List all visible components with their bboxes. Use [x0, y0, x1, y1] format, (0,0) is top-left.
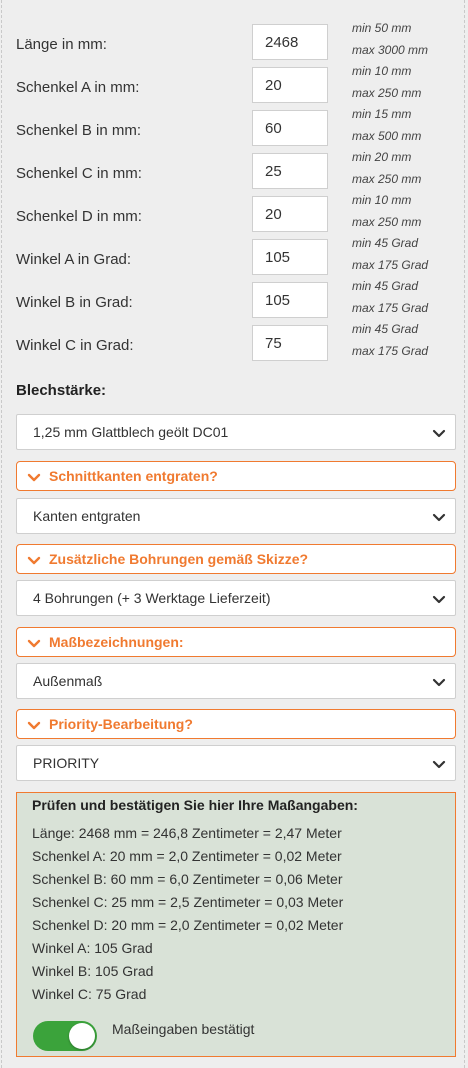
length-min: min 50 mm [352, 21, 412, 35]
leg-b-label: Schenkel B in mm: [16, 122, 142, 139]
chevron-down-icon [432, 595, 446, 604]
thickness-select[interactable]: 1,25 mm Glattblech geölt DC01 [16, 414, 456, 450]
summary-title: Prüfen und bestätigen Sie hier Ihre Maßa… [32, 797, 358, 813]
angle-b-input[interactable] [252, 282, 328, 318]
leg-a-input[interactable] [252, 67, 328, 103]
chevron-down-icon [432, 760, 446, 769]
leg-c-max: max 250 mm [352, 172, 422, 186]
leg-c-input[interactable] [252, 153, 328, 189]
chevron-down-icon [432, 429, 446, 438]
deburr-select-value: Kanten entgraten [33, 508, 141, 524]
accordion-deburr[interactable]: Schnittkanten entgraten? [16, 461, 456, 491]
dimension-type-select-value: Außenmaß [33, 673, 103, 689]
summary-line: Winkel C: 75 Grad [32, 986, 147, 1002]
toggle-knob [69, 1023, 95, 1049]
leg-a-row: Schenkel A in mm: min 10 mm max 250 mm [0, 64, 468, 106]
angle-a-input[interactable] [252, 239, 328, 275]
leg-b-max: max 500 mm [352, 129, 422, 143]
angle-c-row: Winkel C in Grad: min 45 Grad max 175 Gr… [0, 322, 468, 364]
summary-box: Prüfen und bestätigen Sie hier Ihre Maßa… [16, 792, 456, 1057]
angle-b-label: Winkel B in Grad: [16, 294, 133, 311]
priority-select[interactable]: PRIORITY [16, 745, 456, 781]
accordion-drilling-label: Zusätzliche Bohrungen gemäß Skizze? [49, 551, 309, 567]
accordion-priority-label: Priority-Bearbeitung? [49, 716, 193, 732]
angle-c-min: min 45 Grad [352, 322, 419, 336]
chevron-down-icon [432, 513, 446, 522]
leg-a-max: max 250 mm [352, 86, 422, 100]
leg-d-max: max 250 mm [352, 215, 422, 229]
leg-d-min: min 10 mm [352, 193, 412, 207]
length-row: Länge in mm: min 50 mm max 3000 mm [0, 21, 468, 63]
leg-c-row: Schenkel C in mm: min 20 mm max 250 mm [0, 150, 468, 192]
chevron-down-icon [27, 639, 41, 648]
priority-select-value: PRIORITY [33, 755, 100, 771]
angle-a-row: Winkel A in Grad: min 45 Grad max 175 Gr… [0, 236, 468, 278]
length-label: Länge in mm: [16, 36, 107, 53]
dimension-type-select[interactable]: Außenmaß [16, 663, 456, 699]
leg-c-label: Schenkel C in mm: [16, 165, 142, 182]
angle-b-min: min 45 Grad [352, 279, 419, 293]
leg-d-input[interactable] [252, 196, 328, 232]
summary-line: Winkel B: 105 Grad [32, 963, 154, 979]
summary-line: Schenkel C: 25 mm = 2,5 Zentimeter = 0,0… [32, 894, 344, 910]
summary-line: Länge: 2468 mm = 246,8 Zentimeter = 2,47… [32, 825, 342, 841]
angle-c-max: max 175 Grad [352, 344, 429, 358]
accordion-priority[interactable]: Priority-Bearbeitung? [16, 709, 456, 739]
accordion-dimension-type[interactable]: Maßbezeichnungen: [16, 627, 456, 657]
chevron-down-icon [27, 473, 41, 482]
chevron-down-icon [27, 721, 41, 730]
accordion-dimension-type-label: Maßbezeichnungen: [49, 634, 184, 650]
leg-a-min: min 10 mm [352, 64, 412, 78]
leg-a-label: Schenkel A in mm: [16, 79, 140, 96]
angle-c-label: Winkel C in Grad: [16, 337, 134, 354]
drilling-select[interactable]: 4 Bohrungen (+ 3 Werktage Lieferzeit) [16, 580, 456, 616]
deburr-select[interactable]: Kanten entgraten [16, 498, 456, 534]
chevron-down-icon [27, 556, 41, 565]
chevron-down-icon [432, 678, 446, 687]
leg-c-min: min 20 mm [352, 150, 412, 164]
summary-line: Schenkel D: 20 mm = 2,0 Zentimeter = 0,0… [32, 917, 344, 933]
angle-c-input[interactable] [252, 325, 328, 361]
angle-a-min: min 45 Grad [352, 236, 419, 250]
drilling-select-value: 4 Bohrungen (+ 3 Werktage Lieferzeit) [33, 590, 271, 606]
leg-b-min: min 15 mm [352, 107, 412, 121]
leg-d-row: Schenkel D in mm: min 10 mm max 250 mm [0, 193, 468, 235]
summary-line: Schenkel B: 60 mm = 6,0 Zentimeter = 0,0… [32, 871, 343, 887]
confirm-toggle-label: Maßeingaben bestätigt [112, 1021, 255, 1037]
length-max: max 3000 mm [352, 43, 429, 57]
summary-line: Winkel A: 105 Grad [32, 940, 153, 956]
summary-line: Schenkel A: 20 mm = 2,0 Zentimeter = 0,0… [32, 848, 342, 864]
leg-d-label: Schenkel D in mm: [16, 208, 142, 225]
angle-a-label: Winkel A in Grad: [16, 251, 132, 268]
confirm-toggle[interactable] [33, 1021, 97, 1051]
thickness-heading: Blechstärke: [16, 382, 107, 399]
accordion-deburr-label: Schnittkanten entgraten? [49, 468, 218, 484]
leg-b-input[interactable] [252, 110, 328, 146]
leg-b-row: Schenkel B in mm: min 15 mm max 500 mm [0, 107, 468, 149]
thickness-select-value: 1,25 mm Glattblech geölt DC01 [33, 424, 229, 440]
angle-a-max: max 175 Grad [352, 258, 429, 272]
angle-b-row: Winkel B in Grad: min 45 Grad max 175 Gr… [0, 279, 468, 321]
accordion-drilling[interactable]: Zusätzliche Bohrungen gemäß Skizze? [16, 544, 456, 574]
length-input[interactable] [252, 24, 328, 60]
angle-b-max: max 175 Grad [352, 301, 429, 315]
